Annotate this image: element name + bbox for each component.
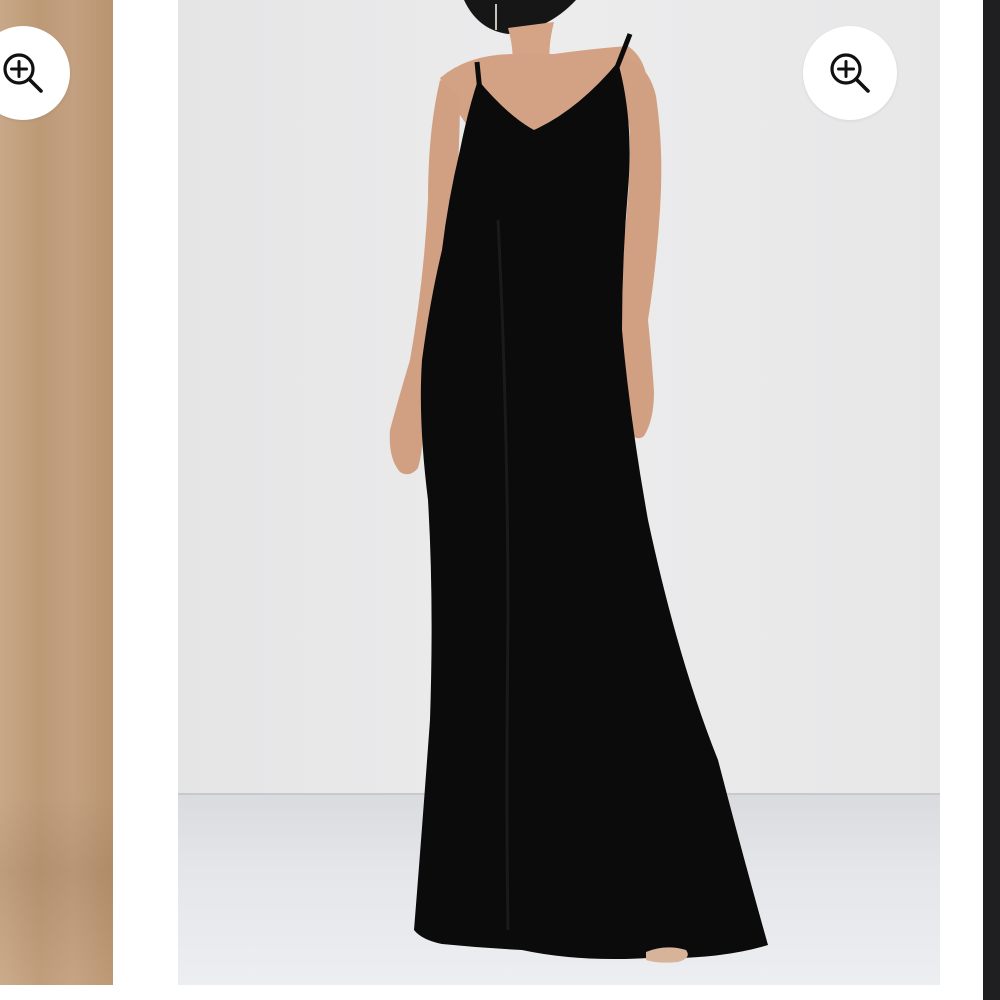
zoom-in-icon: [3, 53, 43, 93]
product-image-black-maxi-dress[interactable]: [178, 0, 940, 985]
previous-product-image[interactable]: [0, 0, 113, 985]
product-image-gallery: [0, 0, 1000, 1000]
black-maxi-dress: [414, 62, 768, 959]
gallery-bottom-spacer: [0, 985, 983, 1000]
next-product-image[interactable]: [983, 0, 1000, 1000]
model-wearing-dress-illustration: [389, 0, 768, 963]
zoom-in-icon: [830, 53, 870, 93]
zoom-button[interactable]: [803, 26, 897, 120]
